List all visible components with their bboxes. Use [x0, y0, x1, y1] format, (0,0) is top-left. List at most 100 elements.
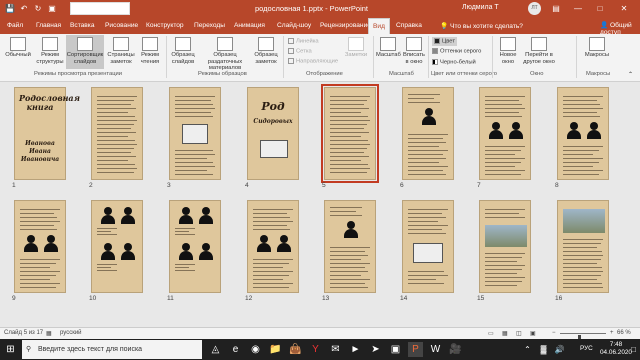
notes-page-button[interactable]: Страницы заметок: [106, 37, 136, 65]
grid-checkbox[interactable]: Сетка: [288, 48, 312, 55]
slide-sorter-area[interactable]: Родословная книга Иванова Ивана Ивановича…: [0, 83, 640, 327]
slide-thumbnail[interactable]: [247, 200, 299, 293]
slide-thumbnail[interactable]: [169, 87, 221, 180]
ruler-checkbox[interactable]: Линейка: [288, 38, 319, 45]
slide-thumbnail[interactable]: [402, 87, 454, 180]
minimize-icon[interactable]: —: [570, 2, 586, 15]
tab-insert[interactable]: Вставка: [70, 18, 95, 34]
save-icon[interactable]: 💾: [4, 3, 16, 15]
network-icon[interactable]: ▓: [536, 342, 551, 357]
undo-icon[interactable]: ↶: [18, 3, 30, 15]
slide-text-line: [330, 172, 367, 174]
tab-view[interactable]: Вид: [368, 18, 390, 34]
color-option[interactable]: Цвет: [432, 37, 457, 46]
windows-start-icon[interactable]: ⊞: [3, 342, 18, 357]
powerpoint-taskbar-icon[interactable]: P: [408, 342, 423, 357]
handout-master-button[interactable]: Образец раздаточных материалов: [200, 37, 250, 72]
slideshow-status-icon[interactable]: ▣: [530, 330, 536, 337]
person-silhouette-icon: [121, 207, 135, 224]
present-icon[interactable]: ▣: [46, 3, 58, 15]
sorter-view-status-icon[interactable]: ▦: [502, 330, 508, 337]
slide-thumbnail[interactable]: [557, 87, 609, 180]
taskbar-search-input[interactable]: ⚲ Введите здесь текст для поиска: [22, 340, 202, 359]
user-name[interactable]: Людмила Т: [462, 4, 499, 11]
slide-text-line: [175, 270, 195, 272]
slide-thumbnail[interactable]: [91, 200, 143, 293]
zoom-button[interactable]: Масштаб: [376, 37, 401, 59]
slide-thumbnail[interactable]: [321, 84, 379, 183]
slide-thumbnail[interactable]: [324, 200, 376, 293]
tell-me-search[interactable]: 💡 Что вы хотите сделать?: [440, 22, 523, 30]
macros-button[interactable]: Макросы: [582, 37, 612, 59]
slide-sorter-button[interactable]: Сортировщик слайдов: [66, 35, 104, 69]
redo-icon[interactable]: ↻: [32, 3, 44, 15]
zoom-in-icon[interactable]: +: [610, 330, 614, 336]
spellcheck-icon[interactable]: ▦: [46, 330, 52, 337]
normal-view-status-icon[interactable]: ▭: [488, 330, 494, 337]
collapse-ribbon-icon[interactable]: ⌃: [628, 71, 633, 78]
telegram-icon[interactable]: ➤: [368, 342, 383, 357]
maximize-icon[interactable]: □: [592, 2, 608, 15]
normal-view-button[interactable]: Обычный: [3, 37, 33, 59]
tab-transitions[interactable]: Переходы: [194, 18, 225, 34]
store-icon[interactable]: 👜: [288, 342, 303, 357]
slide-master-button[interactable]: Образец слайдов: [168, 37, 198, 65]
reading-view-status-icon[interactable]: ◫: [516, 330, 522, 337]
slide-thumbnail[interactable]: [402, 200, 454, 293]
language-indicator[interactable]: русский: [60, 330, 82, 336]
slide-thumbnail[interactable]: [169, 200, 221, 293]
slide-thumbnail[interactable]: [14, 200, 66, 293]
tab-file[interactable]: Файл: [7, 18, 23, 34]
photos-icon[interactable]: ▣: [388, 342, 403, 357]
notifications-icon[interactable]: □: [626, 342, 640, 357]
tab-draw[interactable]: Рисование: [105, 18, 138, 34]
avatar[interactable]: ЛТ: [528, 2, 541, 15]
notes-master-button[interactable]: Образец заметок: [252, 37, 280, 65]
notes-icon: [348, 37, 364, 51]
switch-window-button[interactable]: Перейти в другое окно: [522, 37, 556, 65]
quick-access-box[interactable]: [70, 2, 130, 15]
video-icon[interactable]: 🎥: [448, 342, 463, 357]
chrome-icon[interactable]: ◉: [248, 342, 263, 357]
zoom-percent[interactable]: 66 %: [617, 330, 631, 336]
slide-text-line: [330, 259, 361, 261]
guides-checkbox[interactable]: Направляющие: [288, 58, 338, 65]
slide-text-line: [253, 259, 293, 261]
slide-text-line: [563, 255, 603, 257]
close-icon[interactable]: ✕: [616, 2, 632, 15]
volume-icon[interactable]: 🔊: [552, 342, 567, 357]
slide-thumbnail[interactable]: Род Сидоровых: [247, 87, 299, 180]
slide-text-line: [97, 156, 136, 158]
slide-thumbnail[interactable]: [557, 200, 609, 293]
tab-animations[interactable]: Анимация: [234, 18, 265, 34]
mail-icon[interactable]: ✉: [328, 342, 343, 357]
tab-home[interactable]: Главная: [36, 18, 61, 34]
tab-help[interactable]: Справка: [396, 18, 422, 34]
fit-window-button[interactable]: Вписать в окно: [402, 37, 426, 65]
edge-browser-icon[interactable]: e: [228, 342, 243, 357]
word-icon[interactable]: W: [428, 342, 443, 357]
file-explorer-icon[interactable]: 📁: [268, 342, 283, 357]
tray-chevron-icon[interactable]: ⌃: [520, 342, 535, 357]
slide-thumbnail[interactable]: Родословная книга Иванова Ивана Ивановича: [14, 87, 80, 180]
zoom-out-icon[interactable]: −: [552, 330, 556, 336]
black-white-option[interactable]: Черно-белый: [432, 59, 476, 66]
tab-design[interactable]: Конструктор: [146, 18, 184, 34]
tab-review[interactable]: Рецензирование: [320, 18, 371, 34]
outline-view-button[interactable]: Режим структуры: [35, 37, 65, 65]
notes-button[interactable]: Заметки: [342, 37, 370, 59]
slide-thumbnail[interactable]: [91, 87, 143, 180]
task-view-icon[interactable]: ◬: [208, 342, 223, 357]
zoom-slider[interactable]: [560, 333, 606, 342]
slide-thumbnail[interactable]: [479, 87, 531, 180]
slide-text-line: [97, 120, 137, 122]
media-icon[interactable]: ►: [348, 342, 363, 357]
slide-thumbnail[interactable]: [479, 200, 531, 293]
ribbon-options-icon[interactable]: ▤: [548, 2, 564, 15]
reading-view-button[interactable]: Режим чтения: [137, 37, 163, 65]
input-language[interactable]: РУС: [580, 345, 593, 352]
yandex-icon[interactable]: Y: [308, 342, 323, 357]
new-window-button[interactable]: Новое окно: [495, 37, 521, 65]
grayscale-option[interactable]: Оттенки серого: [432, 48, 481, 55]
tab-slideshow[interactable]: Слайд-шоу: [277, 18, 311, 34]
